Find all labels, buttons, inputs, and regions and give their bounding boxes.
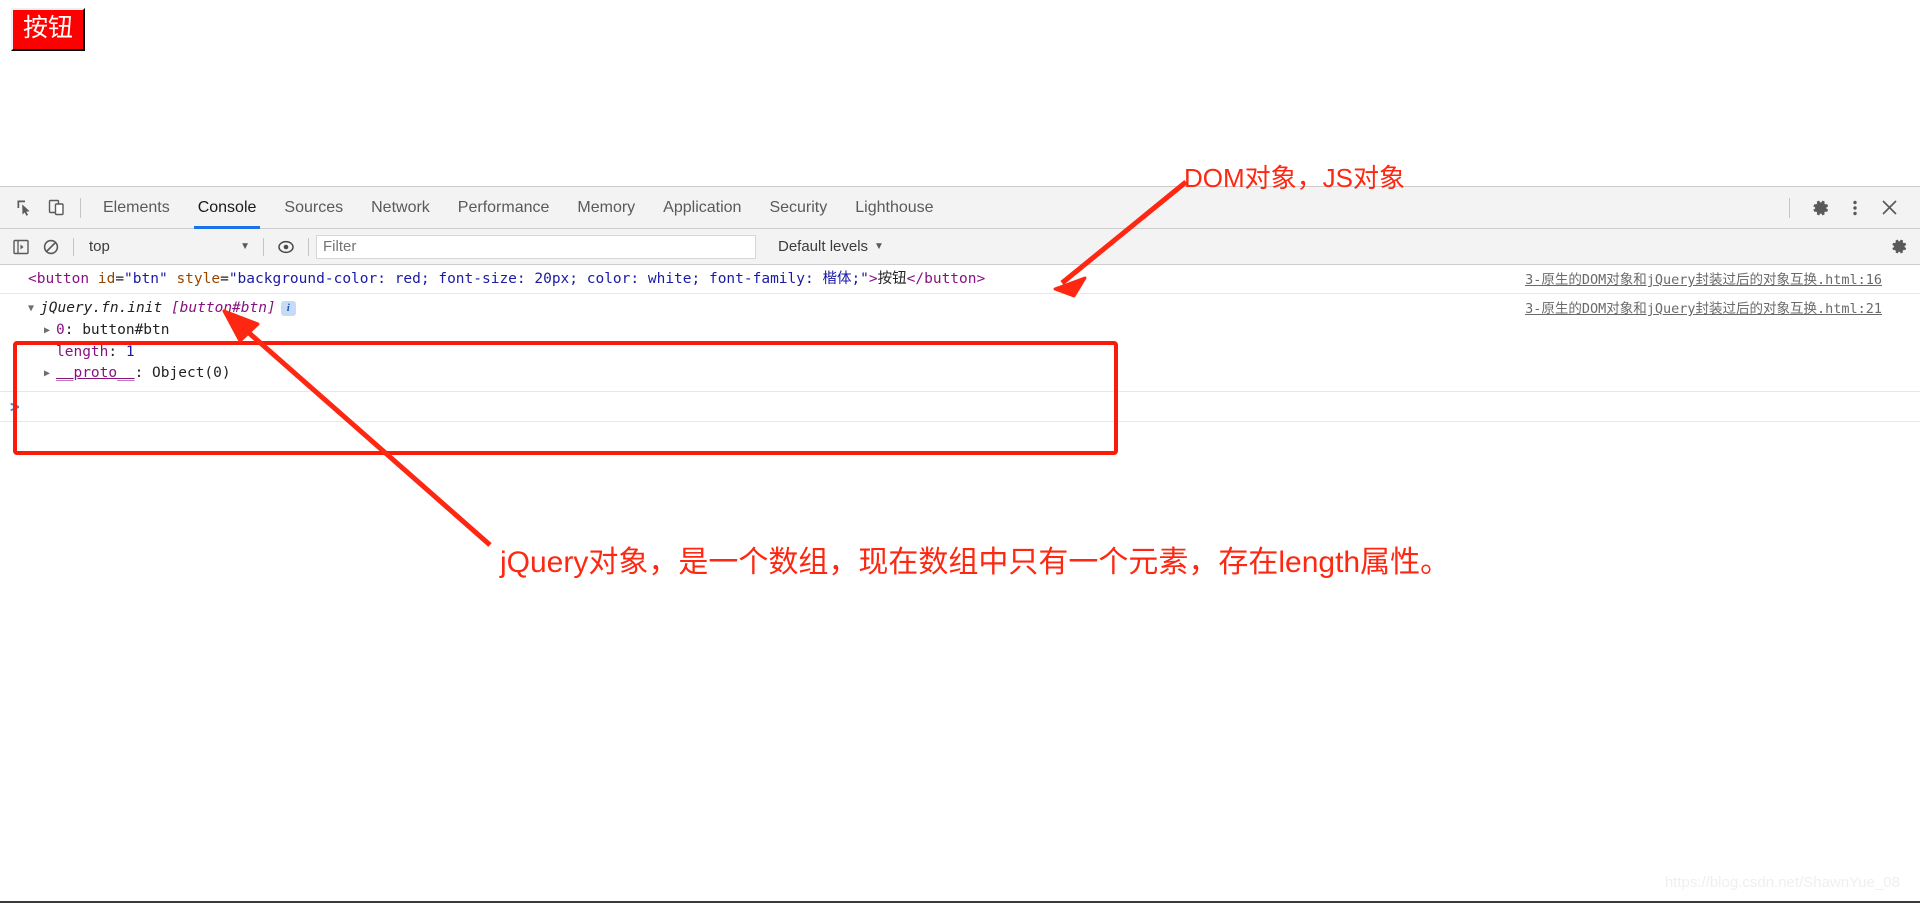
html-token: 按钮 (877, 271, 907, 287)
settings-gear-icon[interactable] (1804, 193, 1838, 223)
tab-elements[interactable]: Elements (89, 187, 184, 229)
html-token: = (220, 271, 229, 287)
watermark-text: https://blog.csdn.net/ShawnYue_08 (1664, 874, 1900, 891)
devtools-tabbar-actions (1785, 193, 1920, 223)
screenshot-root: 按钮 Elements Console Sources Network Perf… (0, 0, 1920, 903)
html-token: = (115, 271, 125, 287)
device-toolbar-icon[interactable] (40, 193, 72, 223)
annotation-dom-object: DOM对象，JS对象 (1184, 163, 1406, 193)
chevron-down-icon: ▼ (874, 241, 884, 252)
tab-security[interactable]: Security (755, 187, 841, 229)
console-source-link[interactable]: 3-原生的DOM对象和jQuery封装过后的对象互换.html:21 (1525, 299, 1882, 319)
console-filter-bar: top ▼ Default levels ▼ (0, 229, 1920, 265)
property-key: __proto__ (56, 365, 135, 381)
inspect-element-icon[interactable] (8, 193, 40, 223)
expand-toggle-icon[interactable]: ▶ (44, 320, 56, 341)
console-output[interactable]: <button id="btn" style="background-color… (0, 265, 1920, 903)
property-value[interactable]: button#btn (82, 322, 169, 338)
object-class-name: jQuery.fn.init (40, 300, 163, 316)
tabbar-divider (80, 197, 81, 218)
prompt-caret-icon: > (10, 397, 20, 416)
console-source-link[interactable]: 3-原生的DOM对象和jQuery封装过后的对象互换.html:16 (1525, 270, 1882, 290)
devtools-tab-list: Elements Console Sources Network Perform… (89, 187, 948, 229)
more-options-icon[interactable] (1838, 193, 1872, 223)
devtools-tabbar: Elements Console Sources Network Perform… (0, 187, 1920, 229)
console-settings-icon[interactable] (1890, 233, 1920, 261)
object-property-row[interactable]: ▶ __proto__: Object(0) (28, 363, 1920, 385)
annotation-jquery-object: jQuery对象，是一个数组，现在数组中只有一个元素，存在length属性。 (500, 546, 1451, 579)
property-separator: : (108, 344, 126, 360)
property-value: 1 (125, 344, 135, 360)
tab-lighthouse[interactable]: Lighthouse (841, 187, 947, 229)
property-key: 0 (56, 322, 65, 338)
live-expression-icon[interactable] (271, 233, 301, 261)
tab-performance[interactable]: Performance (444, 187, 564, 229)
tab-memory[interactable]: Memory (563, 187, 649, 229)
tab-sources[interactable]: Sources (270, 187, 357, 229)
expand-toggle-icon[interactable]: ▶ (44, 363, 56, 384)
console-sidebar-icon[interactable] (6, 233, 36, 261)
object-property-row[interactable]: length: 1 (28, 342, 1920, 363)
html-token: "btn" (124, 271, 168, 287)
property-separator: : (134, 365, 153, 381)
tab-network[interactable]: Network (357, 187, 444, 229)
html-token (89, 271, 98, 287)
filterbar-divider-3 (308, 237, 309, 256)
log-levels-dropdown[interactable]: Default levels ▼ (778, 238, 884, 255)
demo-red-button[interactable]: 按钮 (11, 8, 86, 51)
html-token: > (868, 271, 878, 287)
close-devtools-icon[interactable] (1872, 193, 1906, 223)
chevron-down-icon: ▼ (240, 241, 250, 252)
object-property-row[interactable]: ▶ 0: button#btn (28, 320, 1920, 342)
property-separator: : (64, 322, 83, 338)
html-token: id (97, 271, 116, 287)
console-html-text: <button id="btn" style="background-color… (28, 271, 985, 287)
execution-context-value: top (89, 238, 110, 255)
console-filter-input[interactable] (316, 234, 756, 259)
clear-console-icon[interactable] (36, 233, 66, 261)
execution-context-select[interactable]: top ▼ (81, 234, 256, 260)
html-token: style (176, 271, 221, 287)
filterbar-divider-2 (263, 237, 264, 256)
tab-application[interactable]: Application (649, 187, 755, 229)
tab-console[interactable]: Console (184, 187, 271, 229)
console-message-object[interactable]: ▼ jQuery.fn.init [button#btn] i ▶ 0: button… (0, 294, 1920, 392)
console-message-html[interactable]: <button id="btn" style="background-color… (0, 265, 1920, 294)
html-token: "background-color: red; font-size: 20px;… (228, 271, 869, 287)
web-page-viewport: 按钮 (0, 0, 1920, 186)
object-preview: [button#btn] (170, 300, 276, 316)
html-token: </button> (906, 271, 986, 287)
filterbar-divider-1 (73, 237, 74, 256)
log-levels-label: Default levels (778, 238, 869, 255)
expand-toggle-icon[interactable]: ▼ (28, 299, 40, 319)
tabbar-actions-divider (1789, 197, 1790, 218)
info-badge-icon[interactable]: i (280, 300, 296, 316)
property-value[interactable]: Object(0) (152, 365, 231, 381)
console-prompt-row[interactable]: > (0, 392, 1920, 422)
html-token: <button (28, 271, 90, 287)
property-key: length (56, 344, 109, 360)
